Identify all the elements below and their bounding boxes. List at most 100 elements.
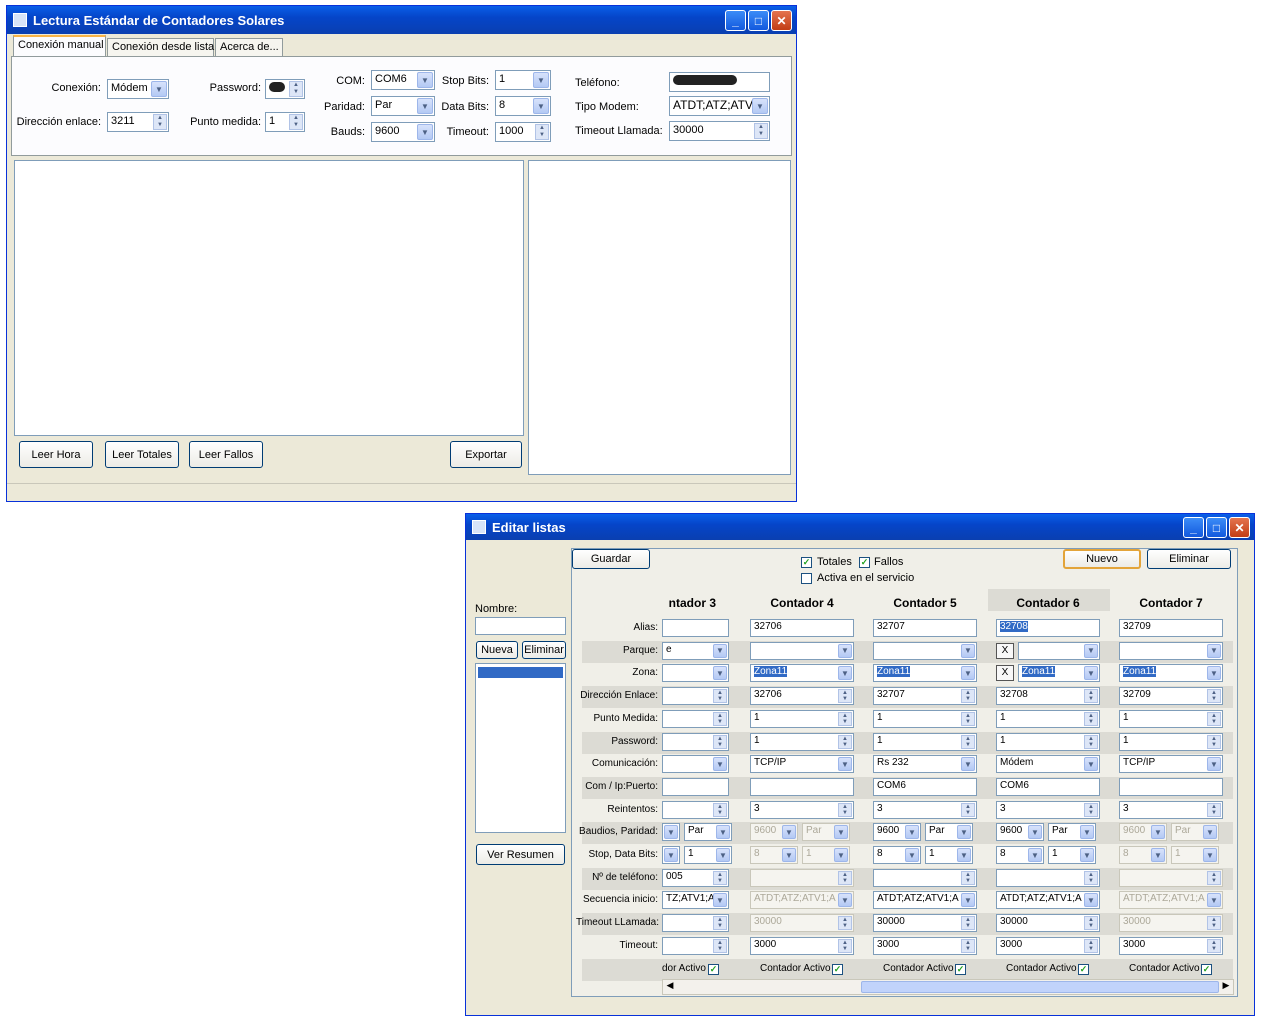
reint-field[interactable]: 3 ▲ ▼ — [750, 800, 854, 819]
close-button[interactable]: ✕ — [1229, 517, 1250, 538]
seq-field[interactable]: ATDT;ATZ;ATV1;A ▼ — [873, 891, 977, 910]
par-select[interactable]: Par ▼ — [925, 823, 973, 842]
baud-select[interactable]: 9600 ▼ — [873, 823, 921, 842]
dir-field[interactable]: 32708 ▲ ▼ — [996, 687, 1100, 706]
contador-activo-checkbox[interactable]: ✓ — [1078, 963, 1089, 975]
tab-acerca[interactable]: Acerca de... — [215, 38, 283, 56]
tout-field[interactable]: 3000 ▲ ▼ — [996, 936, 1100, 955]
leer-hora-button[interactable]: Leer Hora — [19, 441, 93, 468]
clear-parque-button[interactable]: X — [996, 642, 1014, 659]
contador-activo-checkbox[interactable]: ✓ — [708, 963, 719, 975]
tel-field[interactable]: ▲ ▼ — [996, 868, 1100, 887]
leer-fallos-button[interactable]: Leer Fallos — [189, 441, 263, 468]
punto-field[interactable]: ▲ ▼ — [662, 709, 729, 728]
dir-field[interactable]: 32706 ▲ ▼ — [750, 687, 854, 706]
tllam-field[interactable]: 30000 ▲ ▼ — [750, 914, 854, 933]
alias-field[interactable]: 32706 — [750, 619, 854, 637]
stop-select[interactable]: 8 ▼ — [1119, 846, 1167, 864]
data-select[interactable]: 1 ▼ — [1171, 846, 1219, 864]
fallos-checkbox[interactable]: ✓ — [859, 557, 870, 568]
stop-select[interactable]: 8 ▼ — [873, 846, 921, 864]
reint-field[interactable]: ▲ ▼ — [662, 800, 729, 819]
zona-field[interactable]: ▼ — [662, 664, 729, 683]
password-input[interactable]: ▲ ▼ — [265, 79, 305, 99]
tout-field[interactable]: 3000 ▲ ▼ — [750, 936, 854, 955]
pass-field[interactable]: 1 ▲ ▼ — [1119, 732, 1223, 751]
contador-activo-checkbox[interactable]: ✓ — [955, 963, 966, 975]
stop-select[interactable]: 1 ▼ — [495, 70, 551, 90]
output-panel-right[interactable] — [528, 160, 791, 475]
reint-field[interactable]: 3 ▲ ▼ — [873, 800, 977, 819]
timeout-llamada-input[interactable]: 30000 ▲ ▼ — [669, 121, 770, 141]
tllam-field[interactable]: 30000 ▲ ▼ — [873, 914, 977, 933]
zona-field[interactable]: Zona11 ▼ — [1018, 664, 1100, 683]
lists-listbox[interactable] — [475, 663, 566, 833]
minimize-button[interactable]: _ — [725, 10, 746, 31]
paridad-select[interactable]: Par ▼ — [371, 96, 435, 116]
stop-select[interactable]: 8 ▼ — [996, 846, 1044, 864]
tout-field[interactable]: 3000 ▲ ▼ — [873, 936, 977, 955]
data-select[interactable]: 8 ▼ — [495, 96, 551, 116]
alias-field[interactable]: 32709 — [1119, 619, 1223, 637]
ip-field[interactable]: COM6 — [996, 777, 1100, 796]
par-select[interactable]: Par ▼ — [1048, 823, 1096, 842]
pass-field[interactable]: 1 ▲ ▼ — [750, 732, 854, 751]
tel-field[interactable]: ▲ ▼ — [750, 868, 854, 887]
stop-select[interactable]: 8 ▼ — [750, 846, 798, 864]
nuevo-button[interactable]: Nuevo — [1063, 549, 1141, 569]
maximize-button[interactable]: □ — [1206, 517, 1227, 538]
seq-field[interactable]: ATDT;ATZ;ATV1;A ▼ — [996, 891, 1100, 910]
activa-checkbox[interactable] — [801, 573, 812, 584]
totales-checkbox[interactable]: ✓ — [801, 557, 812, 568]
ip-field[interactable] — [750, 777, 854, 796]
baud-select[interactable]: ▼ — [662, 823, 680, 842]
tllam-field[interactable]: 30000 ▲ ▼ — [1119, 914, 1223, 933]
list-item-selected[interactable] — [478, 667, 563, 678]
punto-field[interactable]: 1 ▲ ▼ — [1119, 709, 1223, 728]
pass-field[interactable]: ▲ ▼ — [662, 732, 729, 751]
reint-field[interactable]: 3 ▲ ▼ — [1119, 800, 1223, 819]
data-select[interactable]: 1 ▼ — [1048, 846, 1096, 864]
scroll-left-icon[interactable]: ◀ — [663, 980, 677, 994]
parque-field[interactable]: ▼ — [873, 641, 977, 660]
punto-field[interactable]: 1 ▲ ▼ — [996, 709, 1100, 728]
main-title-bar[interactable]: Lectura Estándar de Contadores Solares _… — [7, 6, 796, 34]
parque-field[interactable]: e ▼ — [662, 641, 729, 660]
data-select[interactable]: 1 ▼ — [684, 846, 732, 864]
tel-field[interactable]: 005 ▲ ▼ — [662, 868, 729, 887]
scrollbar-thumb[interactable] — [861, 981, 1219, 993]
alias-field[interactable] — [662, 619, 729, 637]
tel-field[interactable]: ▲ ▼ — [1119, 868, 1223, 887]
tout-field[interactable]: 3000 ▲ ▼ — [1119, 936, 1223, 955]
com-field[interactable]: Módem ▼ — [996, 755, 1100, 774]
seq-field[interactable]: ATDT;ATZ;ATV1;A ▼ — [750, 891, 854, 910]
zona-field[interactable]: Zona11 ▼ — [873, 664, 977, 683]
data-select[interactable]: 1 ▼ — [925, 846, 973, 864]
ip-field[interactable] — [1119, 777, 1223, 796]
com-field[interactable]: Rs 232 ▼ — [873, 755, 977, 774]
telefono-input[interactable] — [669, 72, 770, 92]
pass-field[interactable]: 1 ▲ ▼ — [873, 732, 977, 751]
parque-field[interactable]: ▼ — [1119, 641, 1223, 660]
horizontal-scrollbar[interactable]: ◀ ▶ — [662, 979, 1234, 995]
dir-field[interactable]: 32709 ▲ ▼ — [1119, 687, 1223, 706]
nombre-input[interactable] — [475, 617, 566, 635]
par-select[interactable]: Par ▼ — [802, 823, 850, 842]
guardar-button[interactable]: Guardar — [572, 549, 650, 569]
clear-zona-button[interactable]: X — [996, 665, 1014, 682]
stop-select[interactable]: ▼ — [662, 846, 680, 864]
zona-field[interactable]: Zona11 ▼ — [750, 664, 854, 683]
eliminar-button[interactable]: Eliminar — [1147, 549, 1231, 569]
editor-title-bar[interactable]: Editar listas _ □ ✕ — [466, 514, 1254, 540]
nueva-lista-button[interactable]: Nueva — [476, 641, 518, 659]
exportar-button[interactable]: Exportar — [450, 441, 522, 468]
baud-select[interactable]: 9600 ▼ — [750, 823, 798, 842]
minimize-button[interactable]: _ — [1183, 517, 1204, 538]
leer-totales-button[interactable]: Leer Totales — [105, 441, 179, 468]
punto-input[interactable]: 1 ▲ ▼ — [265, 112, 305, 132]
dir-field[interactable]: 32707 ▲ ▼ — [873, 687, 977, 706]
close-button[interactable]: ✕ — [771, 10, 792, 31]
par-select[interactable]: Par ▼ — [1171, 823, 1219, 842]
tllam-field[interactable]: 30000 ▲ ▼ — [996, 914, 1100, 933]
ip-field[interactable]: COM6 — [873, 777, 977, 796]
